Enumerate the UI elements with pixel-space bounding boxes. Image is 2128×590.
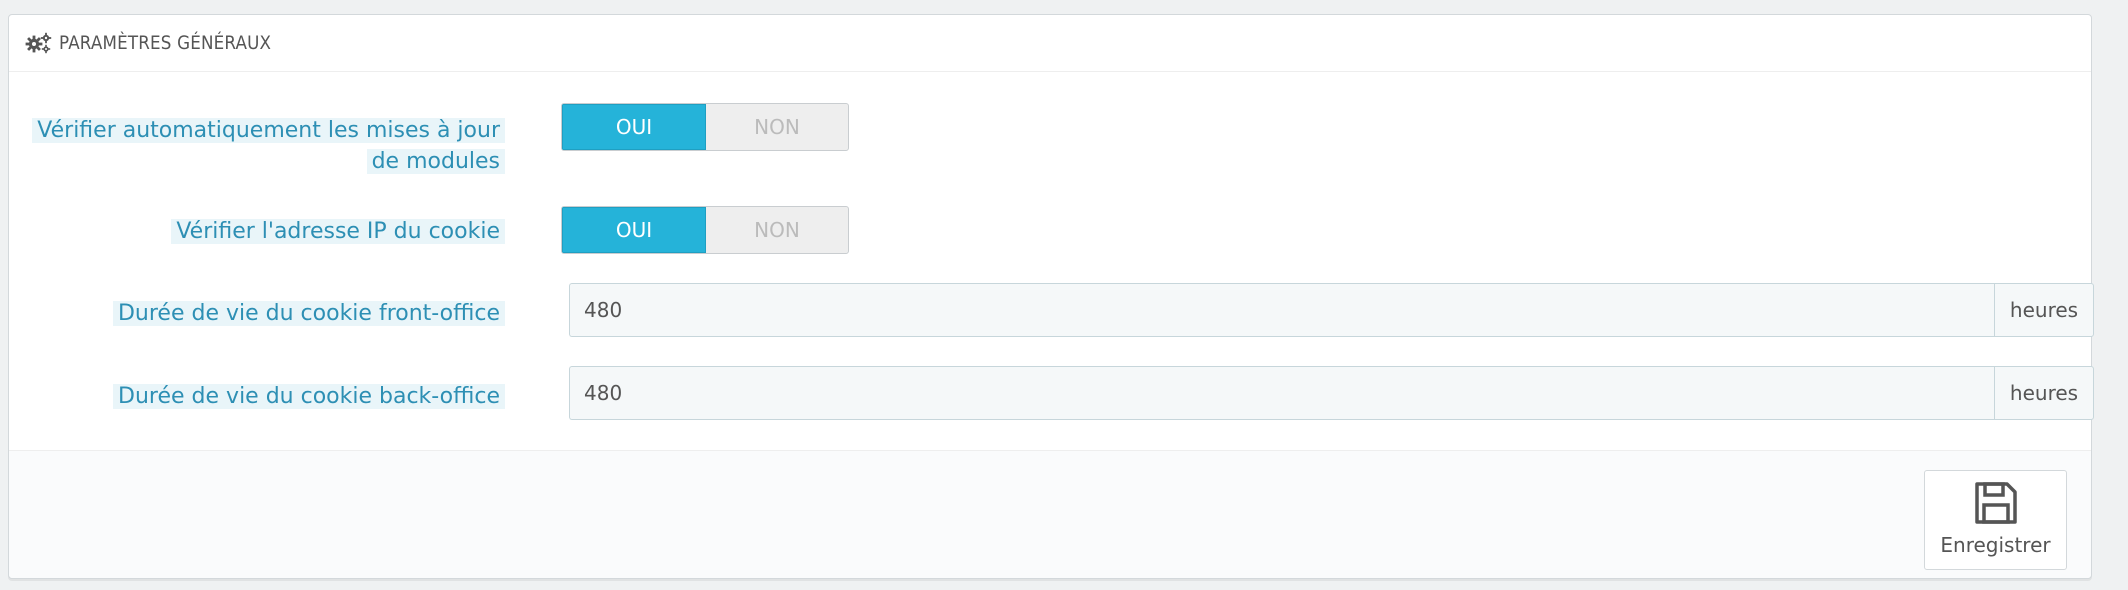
back-lifetime-label-text: Durée de vie du cookie back-office <box>113 384 505 409</box>
save-button-label: Enregistrer <box>1940 533 2051 557</box>
floppy-disk-icon <box>1972 479 2020 527</box>
panel-heading: PARAMÈTRES GÉNÉRAUX <box>9 15 2091 72</box>
auto-update-label-line1: Vérifier automatiquement les mises à jou… <box>32 118 505 143</box>
save-button[interactable]: Enregistrer <box>1924 470 2067 570</box>
cookie-ip-label-text: Vérifier l'adresse IP du cookie <box>171 219 505 244</box>
back-lifetime-unit: heures <box>1994 366 2094 420</box>
auto-update-no-option[interactable]: NON <box>706 104 848 150</box>
back-lifetime-group: heures <box>569 366 2094 420</box>
auto-update-label-line2: de modules <box>366 149 505 174</box>
front-lifetime-input[interactable] <box>569 283 1994 337</box>
general-settings-panel: PARAMÈTRES GÉNÉRAUX Vérifier automatique… <box>8 14 2094 579</box>
cookie-ip-no-option[interactable]: NON <box>706 207 848 253</box>
panel-title: PARAMÈTRES GÉNÉRAUX <box>59 32 272 54</box>
cookie-ip-toggle[interactable]: OUI NON <box>561 206 849 254</box>
front-lifetime-group: heures <box>569 283 2094 337</box>
front-lifetime-unit: heures <box>1994 283 2094 337</box>
auto-update-toggle[interactable]: OUI NON <box>561 103 849 151</box>
panel-footer: Enregistrer <box>9 450 2091 578</box>
front-lifetime-label: Durée de vie du cookie front-office <box>112 298 505 329</box>
cookie-ip-yes-option[interactable]: OUI <box>562 207 706 253</box>
auto-update-label: Vérifier automatiquement les mises à jou… <box>32 115 505 177</box>
back-lifetime-input[interactable] <box>569 366 1994 420</box>
auto-update-yes-option[interactable]: OUI <box>562 104 706 150</box>
cogs-icon <box>25 32 53 54</box>
back-lifetime-label: Durée de vie du cookie back-office <box>113 381 505 412</box>
front-lifetime-label-text: Durée de vie du cookie front-office <box>112 301 505 326</box>
cookie-ip-label: Vérifier l'adresse IP du cookie <box>171 216 505 247</box>
